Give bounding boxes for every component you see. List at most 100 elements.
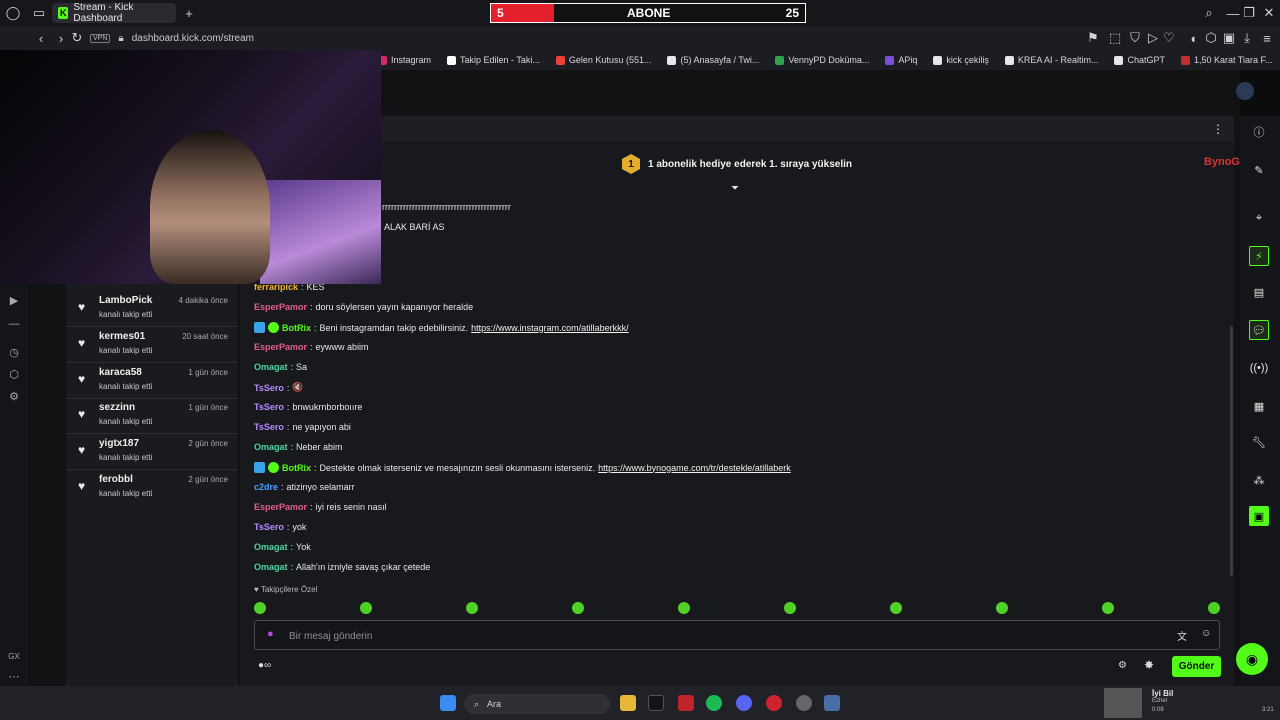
chat-username[interactable]: TsSero	[254, 383, 284, 393]
chat-username[interactable]: TsSero	[254, 402, 284, 412]
app-icon[interactable]	[824, 695, 840, 711]
wrench-icon[interactable]: 🔧︎	[1249, 432, 1269, 452]
reload-icon[interactable]: ↻	[64, 25, 90, 51]
emote-icon[interactable]	[254, 602, 266, 614]
spotify-icon[interactable]	[706, 695, 722, 711]
chat-username[interactable]: c2dre	[254, 482, 278, 492]
settings-icon[interactable]: ⚙	[6, 388, 22, 404]
flash-icon[interactable]: ⚡	[1249, 246, 1269, 266]
url-field[interactable]: VPN 🔒︎ dashboard.kick.com/stream	[90, 30, 970, 46]
follower-name[interactable]: LamboPick	[99, 295, 152, 306]
windows-start-icon[interactable]	[440, 695, 456, 711]
bookmark-item[interactable]: kick çekiliş	[933, 55, 989, 65]
emote-icon[interactable]	[360, 602, 372, 614]
emote-icon[interactable]	[1208, 602, 1220, 614]
bookmark-item[interactable]: ChatGPT	[1114, 55, 1165, 65]
terminal-icon[interactable]	[648, 695, 664, 711]
history-icon[interactable]: ◷	[6, 344, 22, 360]
gamepad-icon[interactable]: ▭	[26, 0, 52, 26]
microphone-icon[interactable]: ●	[267, 628, 274, 640]
follower-name[interactable]: yigtx187	[99, 438, 139, 449]
edit-icon[interactable]: ✎	[1249, 160, 1269, 180]
bookmark-item[interactable]: Gelen Kutusu (551...	[555, 55, 651, 65]
send-button[interactable]: Gönder	[1172, 656, 1221, 677]
emoji-icon[interactable]: ☺	[1201, 628, 1211, 639]
scroll-down-icon[interactable]: ⏷	[731, 183, 739, 194]
chat-options-icon[interactable]: ⋮	[1212, 122, 1224, 136]
player-icon[interactable]: ▶	[6, 292, 22, 308]
follower-name[interactable]: ferobbl	[99, 474, 133, 485]
emote-icon[interactable]	[466, 602, 478, 614]
chat-username[interactable]: EsperPamor	[254, 302, 307, 312]
notes-icon[interactable]: ▤	[1249, 282, 1269, 302]
clip-icon[interactable]: ▣	[1249, 506, 1269, 526]
target-icon[interactable]: ⌖	[1249, 208, 1269, 228]
translate-icon[interactable]: 文	[1177, 628, 1187, 643]
chat-icon[interactable]: 💬︎	[1249, 320, 1269, 340]
app-icon[interactable]	[678, 695, 694, 711]
chat-settings-icon[interactable]: ⚙	[1118, 660, 1127, 671]
tab-kick-dashboard[interactable]: K Stream - Kick Dashboard	[52, 2, 176, 24]
chat-username[interactable]: EsperPamor	[254, 502, 307, 512]
gift-sub-banner[interactable]: 1 1 abonelik hediye ederek 1. sıraya yük…	[240, 142, 1234, 186]
search-icon[interactable]: ⌕	[1196, 0, 1222, 26]
chat-text: doru söylersen yayın kapanıyor heralde	[315, 302, 474, 312]
menu-icon[interactable]: ≡	[1254, 25, 1280, 51]
chat-username[interactable]: Omagat	[254, 562, 288, 572]
discord-icon[interactable]	[736, 695, 752, 711]
emote-icon[interactable]	[572, 602, 584, 614]
follower-name[interactable]: karaca58	[99, 367, 142, 378]
chat-scrollbar[interactable]	[1230, 326, 1233, 576]
chat-message: c2dre: atizinyo selamarr	[254, 482, 355, 492]
bookmark-item[interactable]: 1,50 Karat Tiara F...	[1180, 55, 1273, 65]
chat-username[interactable]: Omagat	[254, 442, 288, 452]
opera-icon[interactable]	[766, 695, 782, 711]
chat-link[interactable]: https://www.bynogame.com/tr/destekle/ati…	[598, 463, 791, 473]
points-icon[interactable]: ●∞	[258, 660, 271, 671]
layout-icon[interactable]: ▦	[1249, 396, 1269, 416]
emote-icon[interactable]	[678, 602, 690, 614]
chat-message-input[interactable]	[289, 628, 1149, 644]
chat-input-box[interactable]: ● 文 ☺	[254, 620, 1220, 650]
avatar[interactable]	[1236, 82, 1254, 100]
opera-logo-icon[interactable]: ◯	[0, 0, 26, 26]
users-icon[interactable]: ⁂	[1249, 470, 1269, 490]
recent-follows-panel: ♥ LamboPick kanalı takip etti 4 dakika önce…	[66, 282, 238, 686]
file-explorer-icon[interactable]	[620, 695, 636, 711]
chat-link[interactable]: https://www.instagram.com/atillaberkkk/	[471, 323, 629, 333]
emote-icon[interactable]	[890, 602, 902, 614]
follower-name[interactable]: sezzinn	[99, 402, 135, 413]
chat-username[interactable]: TsSero	[254, 422, 284, 432]
more-icon[interactable]: ⋯	[6, 668, 22, 684]
colon: :	[290, 542, 294, 552]
emote-picker-icon[interactable]: ✸	[1144, 658, 1154, 672]
chat-username[interactable]: TsSero	[254, 522, 284, 532]
support-icon[interactable]: ◉	[1236, 643, 1268, 675]
bookmark-item[interactable]: Instagram	[378, 55, 431, 65]
chat-username[interactable]: EsperPamor	[254, 342, 307, 352]
broadcast-icon[interactable]: ((•))	[1249, 358, 1269, 378]
new-tab-icon[interactable]: +	[176, 0, 202, 26]
follower-name[interactable]: kermes01	[99, 331, 145, 342]
obs-icon[interactable]	[796, 695, 812, 711]
taskbar-search[interactable]: ⌕ Ara	[464, 694, 610, 714]
chat-username[interactable]: Omagat	[254, 542, 288, 552]
extensions-side-icon[interactable]: ⬡	[6, 366, 22, 382]
bookmark-item[interactable]: APiq	[885, 55, 917, 65]
close-icon[interactable]: ✕	[1256, 0, 1280, 26]
follow-action: kanalı takip etti	[99, 345, 153, 355]
emote-icon[interactable]	[784, 602, 796, 614]
chat-username[interactable]: BotRix	[282, 463, 311, 473]
heart-icon[interactable]: ♡	[1156, 25, 1182, 51]
bookmark-item[interactable]: VennyPD Doküma...	[775, 55, 869, 65]
emote-icon[interactable]	[996, 602, 1008, 614]
gx-label[interactable]: GX	[6, 648, 22, 664]
emote-icon[interactable]	[1102, 602, 1114, 614]
bookmark-item[interactable]: (5) Anasayfa / Twi...	[667, 55, 759, 65]
chat-username[interactable]: BotRix	[282, 323, 311, 333]
chat-username[interactable]: Omagat	[254, 362, 288, 372]
bookmark-item[interactable]: Takip Edilen - Taki...	[447, 55, 540, 65]
vpn-badge[interactable]: VPN	[90, 33, 111, 43]
info-icon[interactable]: ⓘ	[1249, 122, 1269, 142]
bookmark-item[interactable]: KREA AI - Realtim...	[1004, 55, 1098, 65]
